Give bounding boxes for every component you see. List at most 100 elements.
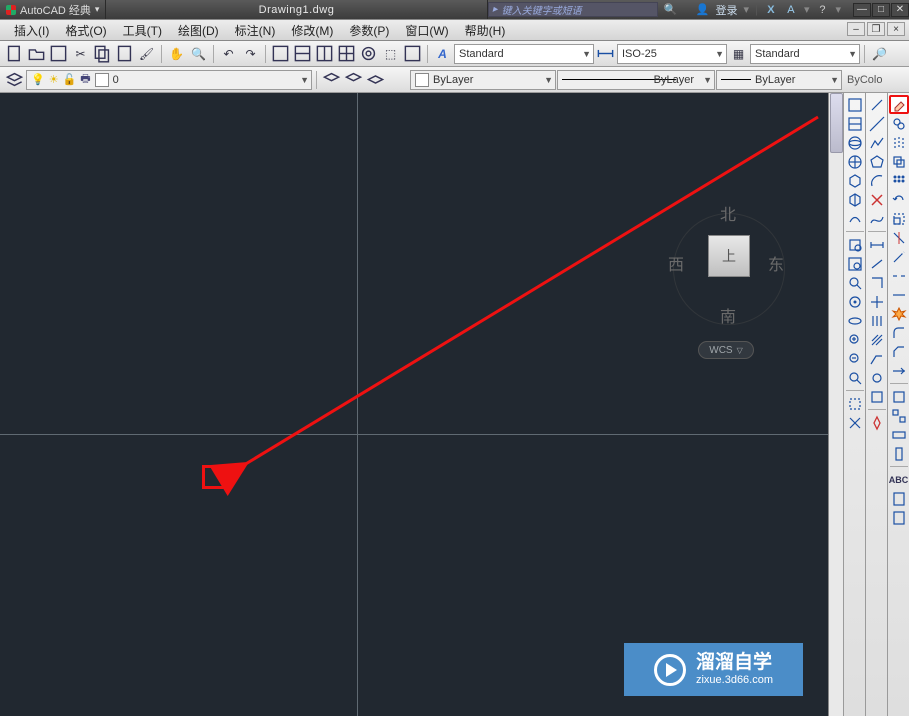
layer-manager-button[interactable] xyxy=(4,69,25,90)
view-patch-button[interactable] xyxy=(845,209,865,228)
orbit-button[interactable] xyxy=(845,292,865,311)
tool-x-button[interactable] xyxy=(867,190,887,209)
dimstyle-icon[interactable] xyxy=(595,43,616,64)
xline-button[interactable] xyxy=(867,114,887,133)
matchprop-button[interactable]: 🖌 xyxy=(136,43,157,64)
a1-button[interactable] xyxy=(270,43,291,64)
search-icon[interactable]: 🔍 xyxy=(664,3,678,17)
regen-button[interactable] xyxy=(845,394,865,413)
scale-button[interactable] xyxy=(889,209,909,228)
workspace-switcher[interactable]: AutoCAD 经典 ▾ xyxy=(0,0,106,19)
parallel-button[interactable] xyxy=(867,311,887,330)
view-box-button[interactable] xyxy=(845,95,865,114)
signin-link[interactable]: 登录 xyxy=(716,2,738,18)
redraw-button[interactable] xyxy=(845,413,865,432)
table-style-combo[interactable]: Standard ▼ xyxy=(750,44,860,64)
mdi-minimize-button[interactable]: – xyxy=(847,22,865,36)
new-button[interactable] xyxy=(4,43,25,64)
tablestyle-icon[interactable]: ▦ xyxy=(728,43,749,64)
open-button[interactable] xyxy=(26,43,47,64)
textstyle-icon[interactable]: A xyxy=(432,43,453,64)
misc1-button[interactable] xyxy=(867,368,887,387)
break-button[interactable] xyxy=(889,266,909,285)
view-globe-button[interactable] xyxy=(845,133,865,152)
zoom-extents-button[interactable] xyxy=(845,254,865,273)
viewcube-south[interactable]: 南 xyxy=(720,303,736,327)
join-button[interactable] xyxy=(889,285,909,304)
zoom-in-button[interactable] xyxy=(845,330,865,349)
view-globe2-button[interactable] xyxy=(845,152,865,171)
view-3dbox2-button[interactable] xyxy=(845,190,865,209)
menu-help[interactable]: 帮助(H) xyxy=(461,20,510,41)
lineweight-combo[interactable]: ByLayer ▼ xyxy=(716,70,842,90)
redo-button[interactable]: ↷ xyxy=(240,43,261,64)
infocenter-search[interactable]: ▸ 键入关键字或短语 xyxy=(488,2,658,17)
save-button[interactable] xyxy=(48,43,69,64)
a7-button[interactable] xyxy=(402,43,423,64)
exchange-x-icon[interactable]: X xyxy=(764,3,778,17)
mleader-icon[interactable]: 🔎 xyxy=(869,43,890,64)
view-3dbox-button[interactable] xyxy=(845,171,865,190)
trim-button[interactable] xyxy=(889,228,909,247)
orbit2-button[interactable] xyxy=(845,311,865,330)
group2-button[interactable] xyxy=(889,406,909,425)
pan-button[interactable]: ✋ xyxy=(166,43,187,64)
dim-misc-button[interactable] xyxy=(867,273,887,292)
paste-button[interactable] xyxy=(114,43,135,64)
drawing-canvas[interactable]: 北 南 西 东 上 WCS▽ 溜溜自学 zixue.3d66.com xyxy=(0,93,843,716)
cut-button[interactable]: ✂ xyxy=(70,43,91,64)
dim-aligned-button[interactable] xyxy=(867,254,887,273)
linetype-combo[interactable]: ByLayer ▼ xyxy=(557,70,715,90)
zoom-prev-button[interactable] xyxy=(845,368,865,387)
menu-format[interactable]: 格式(O) xyxy=(61,20,110,41)
a3-button[interactable] xyxy=(314,43,335,64)
viewcube-top-face[interactable]: 上 xyxy=(708,235,750,277)
a6-button[interactable]: ⬚ xyxy=(380,43,401,64)
a2-button[interactable] xyxy=(292,43,313,64)
erase-button[interactable] xyxy=(889,95,909,114)
array-button[interactable] xyxy=(889,171,909,190)
osnap-button[interactable] xyxy=(867,413,887,432)
zoom-window-button[interactable] xyxy=(845,235,865,254)
viewcube-wcs-button[interactable]: WCS▽ xyxy=(698,341,754,359)
maximize-button[interactable]: □ xyxy=(872,3,890,17)
menu-dimension[interactable]: 标注(N) xyxy=(231,20,280,41)
dim-style-combo[interactable]: ISO-25 ▼ xyxy=(617,44,727,64)
mirror-button[interactable] xyxy=(889,133,909,152)
minimize-button[interactable]: — xyxy=(853,3,871,17)
stretch-button[interactable] xyxy=(889,361,909,380)
calc2-button[interactable] xyxy=(889,508,909,527)
viewcube-east[interactable]: 东 xyxy=(768,251,784,275)
exchange-a-icon[interactable]: A xyxy=(784,3,798,17)
polyline-button[interactable] xyxy=(867,133,887,152)
menu-window[interactable]: 窗口(W) xyxy=(401,20,452,41)
menu-parametric[interactable]: 参数(P) xyxy=(345,20,393,41)
calc-button[interactable] xyxy=(889,489,909,508)
line-button[interactable] xyxy=(867,95,887,114)
spline-button[interactable] xyxy=(867,209,887,228)
copy-object-button[interactable] xyxy=(889,114,909,133)
hatch-button[interactable] xyxy=(867,330,887,349)
polygon-button[interactable] xyxy=(867,152,887,171)
leader-button[interactable] xyxy=(867,349,887,368)
menu-insert[interactable]: 插入(I) xyxy=(10,20,53,41)
arc-button[interactable] xyxy=(867,171,887,190)
layer-prev-button[interactable] xyxy=(343,69,364,90)
extend-button[interactable] xyxy=(889,247,909,266)
menu-modify[interactable]: 修改(M) xyxy=(287,20,337,41)
zoom-out-button[interactable] xyxy=(845,349,865,368)
fillet-button[interactable] xyxy=(889,323,909,342)
explode-button[interactable] xyxy=(889,304,909,323)
close-button[interactable]: ✕ xyxy=(891,3,909,17)
text-style-combo[interactable]: Standard ▼ xyxy=(454,44,594,64)
mdi-close-button[interactable]: × xyxy=(887,22,905,36)
a5-button[interactable] xyxy=(358,43,379,64)
group1-button[interactable] xyxy=(889,387,909,406)
zoom-scale-button[interactable] xyxy=(845,273,865,292)
menu-tools[interactable]: 工具(T) xyxy=(119,20,166,41)
viewcube-north[interactable]: 北 xyxy=(720,201,736,225)
rotate-button[interactable] xyxy=(889,190,909,209)
undo-button[interactable]: ↶ xyxy=(218,43,239,64)
layer-combo[interactable]: 💡 ☀ 🔓 🖶 0 ▼ xyxy=(26,70,312,90)
help-icon[interactable]: ? xyxy=(815,3,829,17)
